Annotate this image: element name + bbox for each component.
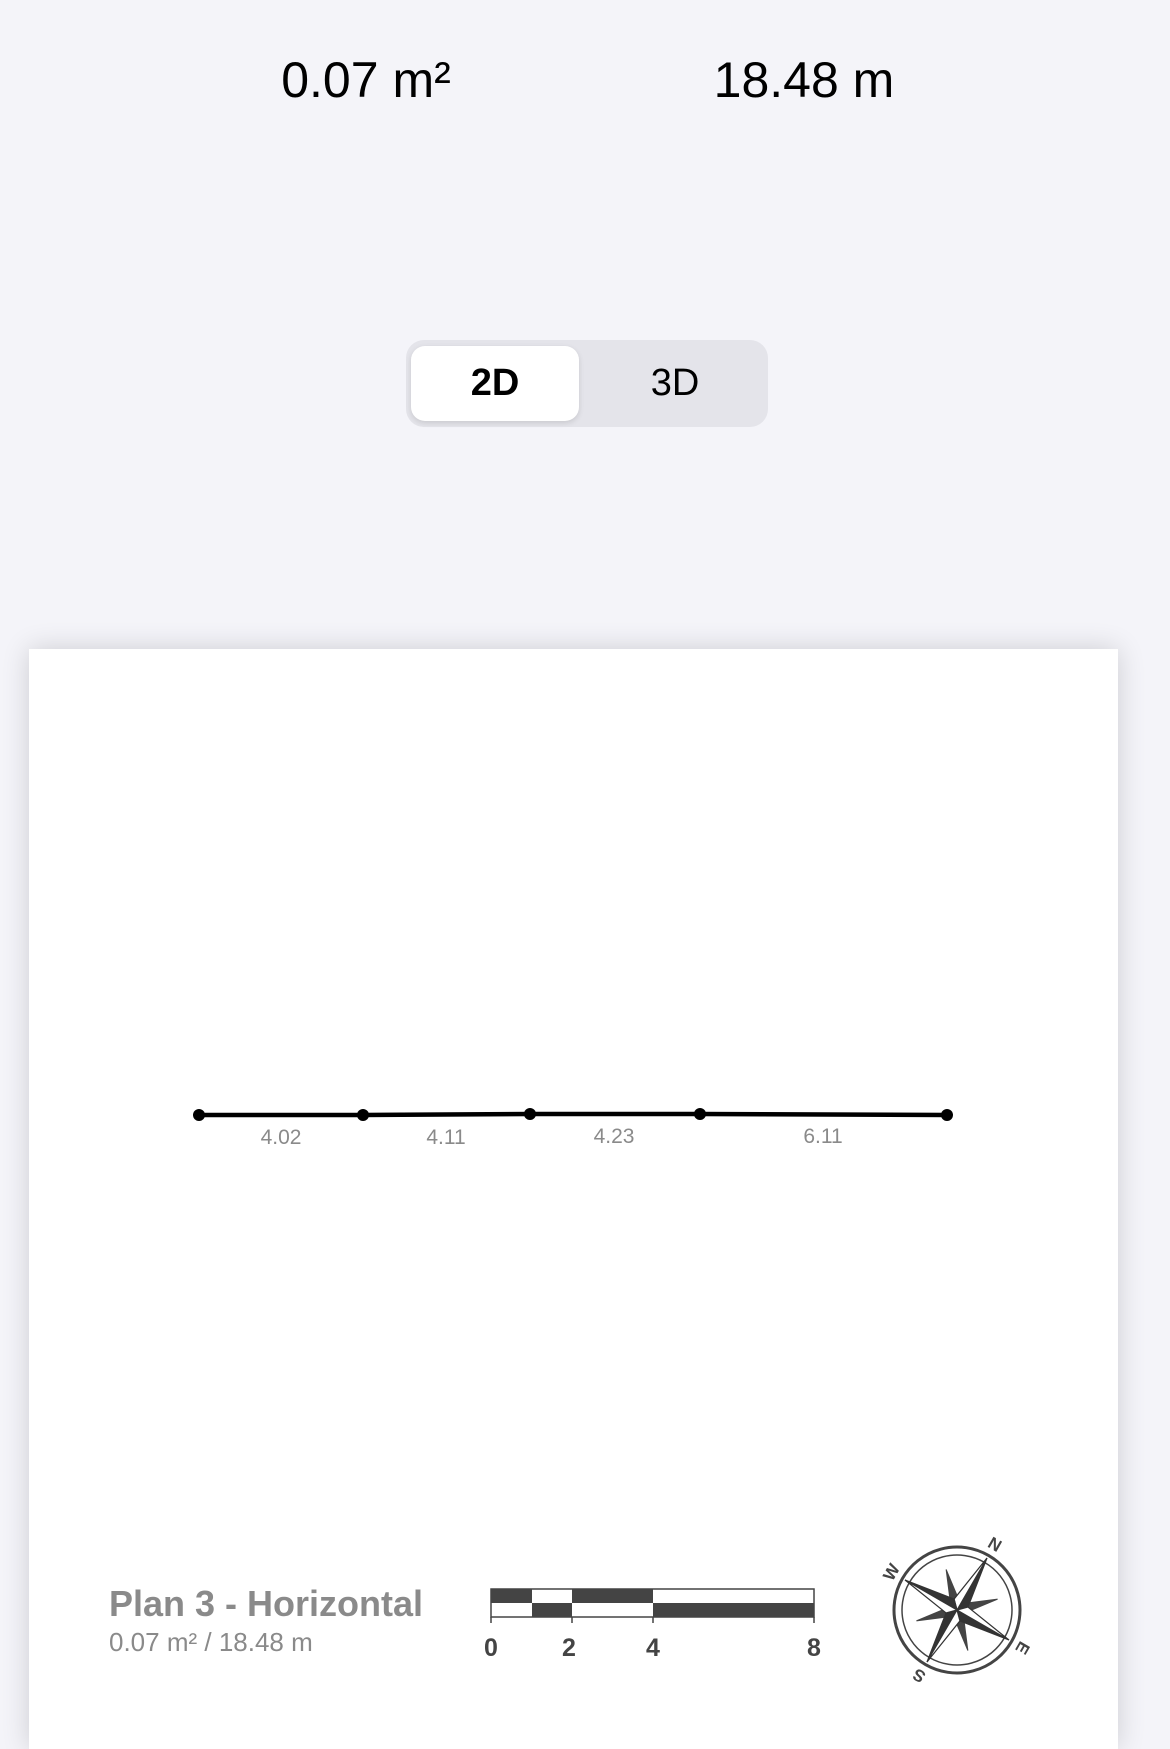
scale-bar: 0 2 4 8 <box>484 1588 821 1662</box>
area-readout: 0.07 m² <box>281 52 451 108</box>
scale-label: 8 <box>807 1634 821 1662</box>
plan-vertex <box>694 1108 706 1120</box>
scale-label: 2 <box>562 1634 576 1662</box>
plan-sheet: 4.02 4.11 4.23 6.11 0 2 4 8 N E S W Plan… <box>29 649 1118 1749</box>
view-2d-button[interactable]: 2D <box>411 346 579 421</box>
segment-length-label: 4.23 <box>594 1125 635 1148</box>
scale-label: 0 <box>484 1634 498 1662</box>
plan-vertex <box>193 1109 205 1121</box>
plan-vertex <box>357 1109 369 1121</box>
view-mode-segmented-control[interactable]: 2D 3D <box>406 340 768 427</box>
segment-length-label: 4.11 <box>426 1126 465 1149</box>
segment-length-label: 4.02 <box>261 1126 302 1149</box>
compass-east-label: E <box>1011 1638 1033 1657</box>
compass-rose-icon: N E S W <box>879 1533 1033 1686</box>
perimeter-readout: 18.48 m <box>713 52 895 108</box>
compass-south-label: S <box>910 1664 929 1686</box>
plan-drawing: 4.02 4.11 4.23 6.11 0 2 4 8 N E S W <box>193 1108 1033 1686</box>
compass-north-label: N <box>985 1533 1005 1556</box>
plan-subtitle: 0.07 m² / 18.48 m <box>109 1627 313 1657</box>
plan-title: Plan 3 - Horizontal <box>109 1583 424 1624</box>
plan-polyline <box>199 1111 948 1118</box>
scale-label: 4 <box>646 1634 660 1662</box>
plan-vertex <box>524 1108 536 1120</box>
view-3d-button[interactable]: 3D <box>591 346 759 421</box>
segment-length-label: 6.11 <box>803 1125 842 1148</box>
plan-vertex <box>941 1109 953 1121</box>
